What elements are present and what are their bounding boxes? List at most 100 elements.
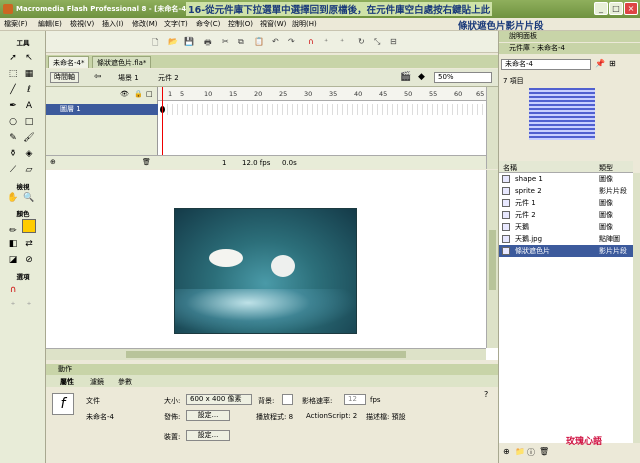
lock-icon[interactable]: 🔒: [134, 90, 143, 98]
scroll-thumb[interactable]: [126, 351, 406, 358]
column-name[interactable]: 名稱: [503, 163, 517, 173]
print-icon[interactable]: 🖶: [204, 37, 212, 51]
pencil-tool-icon[interactable]: ✎: [6, 131, 20, 145]
align-icon[interactable]: ⊟: [390, 37, 397, 46]
smooth-icon[interactable]: ⁺: [6, 299, 20, 313]
menu-edit[interactable]: 編輯(E): [38, 19, 62, 29]
library-list[interactable]: shape 1 圖像 sprite 2 影片片段 元件 1 圖像 元件 2 圖像 天鵝 圖…: [499, 173, 633, 443]
menu-control[interactable]: 控制(O): [228, 19, 253, 29]
snap-magnet-icon[interactable]: ∩: [6, 283, 20, 297]
pen-tool-icon[interactable]: ✒: [6, 99, 20, 113]
scale-icon[interactable]: ⤡: [374, 37, 380, 47]
properties-icon[interactable]: ⓘ: [527, 447, 535, 458]
delete-layer-icon[interactable]: 🗑: [142, 158, 151, 166]
device-settings-button[interactable]: 設定...: [186, 430, 230, 441]
list-item[interactable]: 天鵝 圖像: [499, 221, 633, 233]
menu-modify[interactable]: 修改(M): [132, 19, 158, 29]
snap-icon[interactable]: ∩: [308, 37, 314, 46]
save-icon[interactable]: 💾: [184, 37, 194, 46]
gradient-transform-icon[interactable]: ▦: [22, 67, 36, 81]
open-icon[interactable]: 📂: [168, 37, 178, 46]
swap-colors-icon[interactable]: ⇄: [22, 237, 36, 251]
timeline-scrollbar[interactable]: [486, 87, 498, 169]
default-colors-icon[interactable]: ◪: [6, 253, 20, 267]
minimize-button[interactable]: _: [594, 2, 608, 15]
timeline-toggle-button[interactable]: 時間軸: [50, 72, 79, 83]
menu-help[interactable]: 說明(H): [292, 19, 317, 29]
free-transform-icon[interactable]: ⬚: [6, 67, 20, 81]
zoom-select[interactable]: 50%: [434, 72, 492, 83]
undo-icon[interactable]: ↶: [272, 37, 279, 46]
playhead[interactable]: [162, 87, 163, 155]
pin-icon[interactable]: 📌: [595, 59, 605, 68]
menu-window[interactable]: 視窗(W): [260, 19, 286, 29]
text-tool-icon[interactable]: A: [22, 99, 36, 113]
new-symbol-icon[interactable]: ⊕: [503, 447, 510, 456]
arrow-tool-icon[interactable]: ➚: [6, 51, 20, 65]
smooth-toolbar-icon[interactable]: ⁺: [324, 37, 328, 46]
size-button[interactable]: 600 x 400 像素: [186, 394, 252, 405]
straighten-icon[interactable]: ⁺: [22, 299, 36, 313]
rect-tool-icon[interactable]: □: [22, 115, 36, 129]
list-item-selected[interactable]: 條狀遮色片 影片片段: [499, 245, 633, 257]
brush-tool-icon[interactable]: 🖌: [22, 131, 36, 145]
stage-v-scrollbar[interactable]: [486, 170, 498, 348]
eye-icon[interactable]: 👁: [120, 90, 129, 98]
eraser-icon[interactable]: ▱: [22, 163, 36, 177]
column-type[interactable]: 類型: [599, 163, 613, 173]
outline-icon[interactable]: □: [146, 90, 153, 98]
actions-panel-header[interactable]: 動作: [46, 364, 498, 375]
new-library-icon[interactable]: ⊞: [609, 59, 616, 68]
library-scrollbar[interactable]: [633, 173, 640, 443]
edit-scene-icon[interactable]: 🎬: [400, 72, 411, 82]
list-item[interactable]: sprite 2 影片片段: [499, 185, 633, 197]
ink-bottle-icon[interactable]: ⚱: [6, 147, 20, 161]
list-item[interactable]: 元件 1 圖像: [499, 197, 633, 209]
frame-ruler[interactable]: 1 5 10 15 20 25 30 35 40 45 50 55 60 65: [158, 87, 486, 101]
swan-image[interactable]: [174, 208, 357, 334]
close-button[interactable]: ×: [624, 2, 638, 15]
frame-rate-input[interactable]: 12: [344, 394, 366, 405]
cut-icon[interactable]: ✂: [222, 37, 229, 46]
scroll-thumb[interactable]: [489, 230, 496, 290]
paint-bucket-icon[interactable]: ◈: [22, 147, 36, 161]
line-tool-icon[interactable]: ╱: [6, 83, 20, 97]
back-arrow-icon[interactable]: ⇦: [94, 72, 102, 82]
list-item[interactable]: shape 1 圖像: [499, 173, 633, 185]
copy-icon[interactable]: ⧉: [238, 37, 244, 47]
fill-color-swatch[interactable]: [22, 219, 36, 233]
straighten-toolbar-icon[interactable]: ⁺: [340, 37, 344, 46]
tab-mask-fla[interactable]: 條狀遮色片.fla*: [92, 56, 152, 68]
stroke-color-icon[interactable]: ✏: [6, 224, 20, 238]
list-item[interactable]: 元件 2 圖像: [499, 209, 633, 221]
paste-icon[interactable]: 📋: [254, 37, 264, 46]
help-icon[interactable]: ?: [484, 390, 488, 399]
menu-commands[interactable]: 命令(C): [196, 19, 220, 29]
help-panel-header[interactable]: 說明面板: [499, 31, 640, 42]
lasso-tool-icon[interactable]: ℓ: [22, 83, 36, 97]
tab-filters[interactable]: 濾鏡: [90, 377, 104, 387]
menu-view[interactable]: 檢視(V): [70, 19, 94, 29]
no-color-icon[interactable]: ⊘: [22, 253, 36, 267]
menu-file[interactable]: 檔案(F): [4, 19, 28, 29]
new-folder-icon[interactable]: 📁: [515, 447, 525, 456]
redo-icon[interactable]: ↷: [288, 37, 295, 46]
list-item[interactable]: 天鵝.jpg 點陣圖: [499, 233, 633, 245]
menu-insert[interactable]: 插入(I): [102, 19, 124, 29]
menu-text[interactable]: 文字(T): [164, 19, 188, 29]
stage-area[interactable]: [46, 170, 498, 360]
tab-properties[interactable]: 屬性: [60, 377, 74, 387]
add-layer-icon[interactable]: ⊕: [50, 158, 56, 166]
subselect-tool-icon[interactable]: ↖: [22, 51, 36, 65]
tab-untitled-4[interactable]: 未命名-4*: [48, 56, 90, 68]
publish-settings-button[interactable]: 設定...: [186, 410, 230, 421]
background-color-swatch[interactable]: [282, 394, 293, 405]
new-file-icon[interactable]: 🗋: [152, 37, 158, 51]
delete-icon[interactable]: 🗑: [539, 447, 549, 456]
library-panel-header[interactable]: 元件庫 - 未命名-4: [499, 43, 640, 54]
edit-symbol-icon[interactable]: ◆: [418, 72, 425, 82]
maximize-button[interactable]: □: [609, 2, 623, 15]
layer-row[interactable]: 圖層 1: [46, 104, 158, 115]
library-document-select[interactable]: 未命名-4: [501, 59, 591, 70]
eyedropper-icon[interactable]: ⟋: [6, 163, 20, 177]
